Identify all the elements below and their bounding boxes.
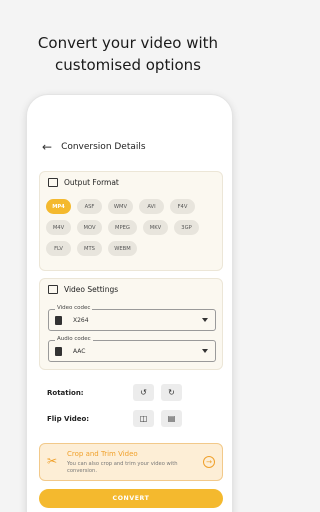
arrow-left-icon[interactable]: ←	[42, 141, 52, 153]
rotation-label: Rotation:	[47, 389, 84, 397]
format-chip-f4v[interactable]: F4V	[170, 199, 195, 214]
rotate-right-icon[interactable]: ↻	[161, 384, 182, 401]
audio-codec-label: Audio codec	[55, 336, 93, 342]
crop-trim-card[interactable]: ✂ Crop and Trim Video You can also crop …	[39, 443, 223, 481]
app-bar: ← Conversion Details	[42, 141, 146, 153]
video-settings-title: Video Settings	[64, 285, 119, 294]
audio-codec-value: AAC	[73, 348, 86, 355]
format-chip-avi[interactable]: AVI	[139, 199, 164, 214]
output-format-card: Output Format MP4 ASF WMV AVI F4V M4V MO…	[39, 171, 223, 271]
scissors-icon: ✂	[47, 454, 58, 468]
format-chip-mov[interactable]: MOV	[77, 220, 102, 235]
format-chip-mts[interactable]: MTS	[77, 241, 102, 256]
chevron-down-icon	[202, 318, 208, 322]
format-chip-asf[interactable]: ASF	[77, 199, 102, 214]
video-codec-label: Video codec	[55, 305, 93, 311]
video-settings-header: Video Settings	[48, 285, 118, 294]
video-codec-value: X264	[73, 317, 89, 324]
video-settings-card: Video Settings Video codec X264 Audio co…	[39, 278, 223, 370]
promo-headline-line2: customised options	[55, 56, 201, 74]
music-file-icon	[55, 347, 62, 356]
export-icon	[48, 178, 58, 187]
format-chip-mkv[interactable]: MKV	[143, 220, 168, 235]
format-chip-3gp[interactable]: 3GP	[174, 220, 199, 235]
convert-button[interactable]: CONVERT	[39, 489, 223, 508]
audio-codec-select[interactable]: Audio codec AAC	[48, 336, 216, 362]
format-chip-wmv[interactable]: WMV	[108, 199, 133, 214]
flip-vertical-icon[interactable]: ▤	[161, 410, 182, 427]
video-settings-icon	[48, 285, 58, 294]
crop-trim-description: You can also crop and trim your video wi…	[67, 461, 178, 474]
promo-headline: Convert your video with customised optio…	[0, 32, 256, 76]
format-chip-mpeg[interactable]: MPEG	[108, 220, 137, 235]
arrow-right-circle-icon: →	[203, 456, 215, 468]
rotate-left-icon[interactable]: ↺	[133, 384, 154, 401]
page-title: Conversion Details	[61, 142, 146, 152]
format-chip-mp4[interactable]: MP4	[46, 199, 71, 214]
flip-horizontal-icon[interactable]: ◫	[133, 410, 154, 427]
flip-video-label: Flip Video:	[47, 415, 90, 423]
output-format-title: Output Format	[64, 178, 119, 187]
chevron-down-icon	[202, 349, 208, 353]
video-codec-select[interactable]: Video codec X264	[48, 305, 216, 331]
crop-trim-title: Crop and Trim Video	[67, 450, 138, 458]
format-chip-flv[interactable]: FLV	[46, 241, 71, 256]
format-chip-webm[interactable]: WEBM	[108, 241, 137, 256]
format-chip-m4v[interactable]: M4V	[46, 220, 71, 235]
phone-frame: ← Conversion Details Output Format MP4 A…	[26, 94, 233, 512]
promo-headline-line1: Convert your video with	[37, 34, 219, 52]
format-chip-list: MP4 ASF WMV AVI F4V M4V MOV MPEG MKV 3GP…	[46, 199, 222, 256]
output-format-header: Output Format	[48, 178, 119, 187]
file-icon	[55, 316, 62, 325]
